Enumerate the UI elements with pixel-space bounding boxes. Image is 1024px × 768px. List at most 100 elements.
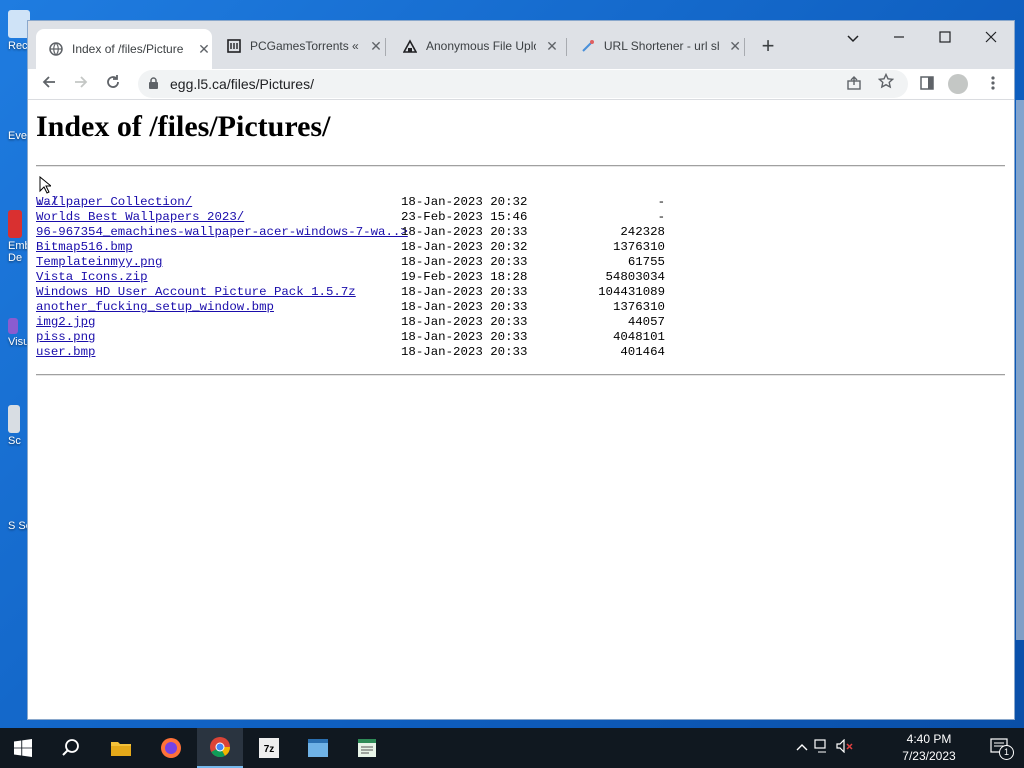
desktop-icon-label: Eve: [8, 130, 27, 142]
file-size: 54803034: [605, 270, 666, 284]
visual-studio-icon: [8, 318, 18, 334]
file-link[interactable]: 96-967354_emachines-wallpaper-acer-windo…: [36, 225, 408, 240]
reload-button[interactable]: [100, 71, 126, 97]
back-button[interactable]: [36, 71, 62, 97]
file-size: -: [657, 195, 665, 209]
browser-window: Index of /files/Picture ✕ PCGamesTorrent…: [28, 21, 1014, 719]
file-explorer-icon[interactable]: [98, 728, 144, 768]
page-content: Index of /files/Pictures/ ../ Wallpaper …: [28, 100, 1014, 719]
url-text[interactable]: egg.l5.ca/files/Pictures/: [170, 76, 314, 92]
pcgames-icon: [226, 38, 242, 54]
clock-time: 4:40 PM: [906, 732, 952, 746]
close-tab-icon[interactable]: ✕: [727, 38, 743, 55]
notification-center-icon[interactable]: 1: [990, 738, 1014, 760]
volume-muted-icon[interactable]: [836, 738, 854, 756]
bookmark-star-icon[interactable]: [877, 72, 895, 94]
file-link[interactable]: user.bmp: [36, 345, 96, 360]
desktop-window-edge: [1016, 100, 1024, 640]
file-size: 242328: [620, 225, 665, 239]
clock[interactable]: 4:40 PM 7/23/2023: [894, 731, 964, 765]
page-title: Index of /files/Pictures/: [36, 110, 331, 143]
chevron-up-icon[interactable]: [796, 740, 808, 754]
desktop-icon-label: Sc: [8, 435, 21, 447]
clock-date: 7/23/2023: [902, 749, 956, 763]
share-icon[interactable]: [846, 75, 862, 94]
tab-title: Anonymous File Uplo: [426, 39, 536, 53]
file-link[interactable]: another_fucking_setup_window.bmp: [36, 300, 274, 315]
listing-row: user.bmp 18-Jan-2023 20:33 401464: [36, 345, 665, 360]
taskbar: 7z 4:40 PM 7/23/2023 1: [0, 728, 1024, 768]
file-link[interactable]: Wallpaper Collection/: [36, 195, 192, 210]
desktop-icon-label: Rec: [8, 40, 28, 52]
listing-row: piss.png 18-Jan-2023 20:33 4048101: [36, 330, 665, 345]
listing-row: Vista Icons.zip 19-Feb-2023 18:28 54803034: [36, 270, 665, 285]
listing-row: Windows HD User Account Picture Pack 1.5…: [36, 285, 665, 300]
listing-row: Worlds Best Wallpapers 2023/23-Feb-2023 …: [36, 210, 665, 225]
file-date: 18-Jan-2023 20:33: [401, 300, 528, 314]
file-date: 18-Jan-2023 20:32: [401, 240, 528, 254]
link-icon: [580, 38, 596, 54]
forward-button[interactable]: [68, 71, 94, 97]
file-date: 18-Jan-2023 20:33: [401, 345, 528, 359]
tab-search-button[interactable]: [830, 25, 876, 53]
file-link[interactable]: piss.png: [36, 330, 96, 345]
file-date: 19-Feb-2023 18:28: [401, 270, 528, 284]
profile-avatar[interactable]: [948, 74, 968, 94]
firefox-icon[interactable]: [148, 728, 194, 768]
file-link[interactable]: img2.jpg: [36, 315, 96, 330]
tab-title: URL Shortener - url sh: [603, 39, 720, 53]
lock-icon[interactable]: [148, 77, 159, 93]
close-tab-icon[interactable]: ✕: [544, 38, 560, 55]
tab-index-pictures[interactable]: Index of /files/Picture ✕: [36, 29, 212, 69]
file-date: 18-Jan-2023 20:32: [401, 195, 528, 209]
tab-url-shortener[interactable]: URL Shortener - url sh ✕: [568, 29, 743, 63]
globe-icon: [48, 41, 64, 57]
search-icon[interactable]: [48, 728, 94, 768]
file-size: 44057: [627, 315, 665, 329]
file-link[interactable]: Templateinmyy.png: [36, 255, 162, 270]
app-icon: [8, 210, 22, 238]
file-date: 23-Feb-2023 15:46: [401, 210, 528, 224]
file-date: 18-Jan-2023 20:33: [401, 255, 528, 269]
file-date: 18-Jan-2023 20:33: [401, 330, 528, 344]
file-link[interactable]: Vista Icons.zip: [36, 270, 148, 285]
7zip-icon[interactable]: 7z: [246, 728, 292, 768]
svg-text:7z: 7z: [264, 744, 275, 755]
tab-anonymous-file-upload[interactable]: Anonymous File Uplo ✕: [390, 29, 560, 63]
tab-title: PCGamesTorrents « T: [250, 39, 360, 53]
chrome-icon[interactable]: [197, 728, 243, 768]
desktop-icon-label: Visu: [8, 336, 30, 348]
file-size: 4048101: [612, 330, 665, 344]
menu-kebab-icon[interactable]: [980, 71, 1006, 97]
tab-pcgamestorrents[interactable]: PCGamesTorrents « T ✕: [214, 29, 384, 63]
file-size: -: [657, 210, 665, 224]
file-size: 401464: [620, 345, 665, 359]
close-tab-icon[interactable]: ✕: [368, 38, 384, 55]
app-window-icon[interactable]: [295, 728, 341, 768]
network-icon[interactable]: [814, 739, 830, 756]
listing-row: another_fucking_setup_window.bmp 18-Jan-2…: [36, 300, 665, 315]
file-date: 18-Jan-2023 20:33: [401, 225, 528, 239]
address-bar[interactable]: egg.l5.ca/files/Pictures/: [138, 70, 908, 98]
notepad-icon[interactable]: [344, 728, 390, 768]
close-window-button[interactable]: [968, 25, 1014, 53]
notification-count: 1: [999, 745, 1014, 760]
tab-separator: [385, 38, 386, 56]
listing-row: Bitmap516.bmp 18-Jan-2023 20:32 1376310: [36, 240, 665, 255]
file-date: 18-Jan-2023 20:33: [401, 315, 528, 329]
new-tab-button[interactable]: +: [756, 34, 780, 58]
side-panel-button[interactable]: [914, 71, 940, 97]
listing-row: 96-967354_emachines-wallpaper-acer-windo…: [36, 225, 665, 240]
minimize-button[interactable]: [876, 25, 922, 53]
file-link[interactable]: Bitmap516.bmp: [36, 240, 133, 255]
close-tab-icon[interactable]: ✕: [196, 41, 212, 58]
file-link[interactable]: Windows HD User Account Picture Pack 1.5…: [36, 285, 356, 300]
file-size: 104431089: [598, 285, 665, 299]
maximize-button[interactable]: [922, 25, 968, 53]
upload-icon: [402, 38, 418, 54]
file-listing: ../ Wallpaper Collection/18-Jan-2023 20:…: [36, 180, 665, 360]
file-size: 61755: [627, 255, 665, 269]
file-link[interactable]: Worlds Best Wallpapers 2023/: [36, 210, 244, 225]
start-button[interactable]: [0, 728, 46, 768]
file-date: 18-Jan-2023 20:33: [401, 285, 528, 299]
